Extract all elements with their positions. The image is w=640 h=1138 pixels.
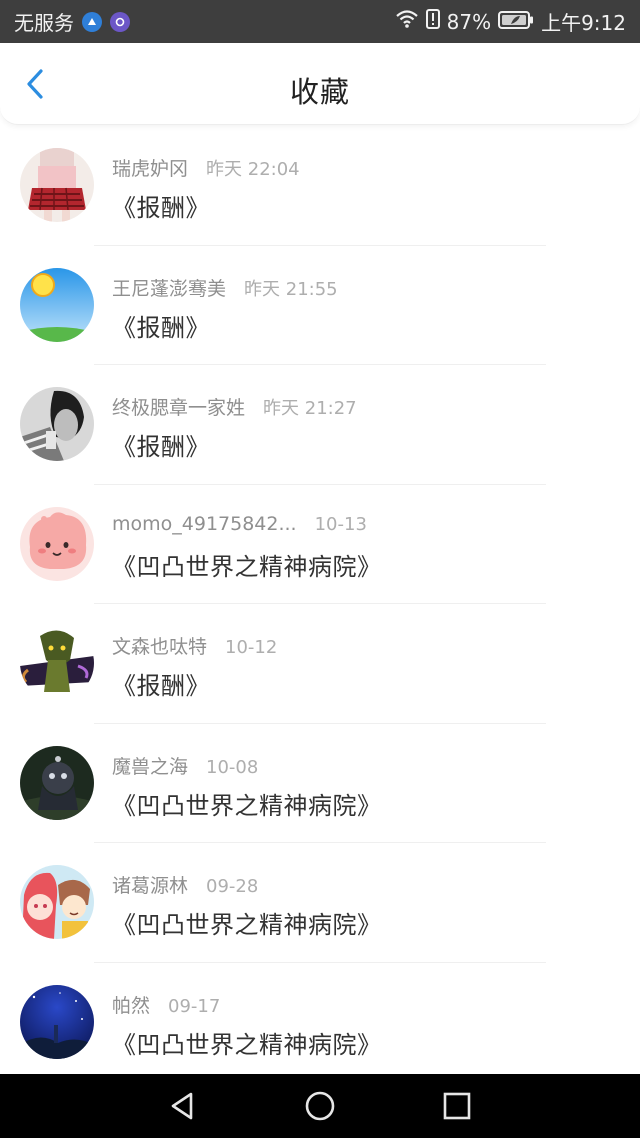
timestamp: 昨天 21:55: [244, 278, 338, 300]
nav-home-button[interactable]: [300, 1086, 340, 1126]
list-item[interactable]: 诸葛源林 09-28 《凹凸世界之精神病院》: [0, 843, 640, 963]
timestamp: 10-12: [225, 637, 278, 658]
timestamp: 10-13: [314, 513, 367, 535]
list-item[interactable]: 魔兽之海 10-08 《凹凸世界之精神病院》: [0, 724, 640, 843]
system-nav-bar: [0, 1074, 640, 1138]
item-meta: 魔兽之海 10-08: [112, 752, 258, 779]
status-bar: 无服务 87% 上午9:12: [0, 0, 640, 43]
battery-alert-icon: [425, 9, 440, 34]
avatar[interactable]: [20, 984, 94, 1059]
battery-percent: 87%: [446, 9, 492, 34]
screen: 无服务 87% 上午9:12 收藏 瑞虎妒冈 昨天 22:04 《报酬》 王尼蓬…: [0, 0, 640, 1138]
article-title[interactable]: 《报酬》: [112, 666, 210, 701]
item-meta: 终极腮章一家姓 昨天 21:27: [112, 393, 357, 420]
favorites-list: 瑞虎妒冈 昨天 22:04 《报酬》 王尼蓬澎骞美 昨天 21:55 《报酬》 …: [0, 126, 640, 1074]
article-title[interactable]: 《报酬》: [112, 308, 210, 343]
nav-recents-button[interactable]: [437, 1086, 477, 1126]
avatar[interactable]: [20, 267, 94, 342]
circle-home-icon: [305, 1091, 335, 1121]
nav-back-button[interactable]: [163, 1086, 203, 1126]
timestamp: 09-17: [168, 995, 221, 1017]
list-item[interactable]: 终极腮章一家姓 昨天 21:27 《报酬》: [0, 365, 640, 485]
square-recents-icon: [443, 1092, 470, 1120]
avatar[interactable]: [20, 506, 94, 581]
avatar[interactable]: [20, 745, 94, 820]
item-meta: 文森也呔特 10-12: [112, 632, 277, 659]
item-meta: 王尼蓬澎骞美 昨天 21:55: [112, 274, 338, 301]
app-notification-icon: [82, 11, 102, 32]
status-right: 87% 上午9:12: [388, 7, 626, 36]
timestamp: 昨天 21:27: [263, 398, 357, 419]
article-title[interactable]: 《报酬》: [112, 427, 210, 462]
user-name[interactable]: 诸葛源林: [112, 871, 188, 898]
user-name[interactable]: 瑞虎妒冈: [112, 154, 188, 181]
list-item[interactable]: 瑞虎妒冈 昨天 22:04 《报酬》: [0, 126, 640, 246]
carrier-text: 无服务: [14, 11, 74, 35]
user-name[interactable]: 魔兽之海: [112, 752, 188, 779]
article-title[interactable]: 《凹凸世界之精神病院》: [112, 1025, 382, 1060]
triangle-back-icon: [172, 1092, 193, 1120]
assistant-notification-icon: [110, 11, 130, 32]
timestamp: 昨天 22:04: [206, 159, 300, 180]
timestamp: 10-08: [206, 756, 259, 778]
page-title: 收藏: [289, 75, 350, 109]
wifi-icon: [395, 9, 419, 34]
status-left: 无服务: [14, 7, 138, 36]
user-name[interactable]: 王尼蓬澎骞美: [112, 274, 226, 301]
item-meta: 帕然 09-17: [112, 991, 220, 1018]
clock-text: 上午9:12: [541, 11, 626, 35]
article-title[interactable]: 《报酬》: [112, 188, 210, 223]
article-title[interactable]: 《凹凸世界之精神病院》: [112, 905, 382, 940]
list-item[interactable]: 王尼蓬澎骞美 昨天 21:55 《报酬》: [0, 246, 640, 365]
user-name[interactable]: momo_49175842...: [112, 513, 297, 535]
item-meta: 诸葛源林 09-28: [112, 871, 258, 898]
list-item[interactable]: 文森也呔特 10-12 《报酬》: [0, 604, 640, 724]
avatar[interactable]: [20, 387, 94, 461]
battery-icon: [498, 10, 534, 34]
item-meta: momo_49175842... 10-13: [112, 513, 367, 535]
avatar[interactable]: [20, 626, 94, 700]
user-name[interactable]: 文森也呔特: [112, 632, 207, 659]
list-item[interactable]: 帕然 09-17 《凹凸世界之精神病院》: [0, 963, 640, 1075]
timestamp: 09-28: [206, 876, 259, 897]
avatar[interactable]: [20, 148, 94, 222]
article-title[interactable]: 《凹凸世界之精神病院》: [112, 786, 382, 821]
user-name[interactable]: 终极腮章一家姓: [112, 393, 245, 420]
item-meta: 瑞虎妒冈 昨天 22:04: [112, 154, 300, 181]
user-name[interactable]: 帕然: [112, 991, 150, 1018]
avatar[interactable]: [20, 865, 94, 939]
article-title[interactable]: 《凹凸世界之精神病院》: [112, 547, 382, 582]
header: 收藏: [0, 43, 640, 125]
list-item[interactable]: momo_49175842... 10-13 《凹凸世界之精神病院》: [0, 485, 640, 604]
